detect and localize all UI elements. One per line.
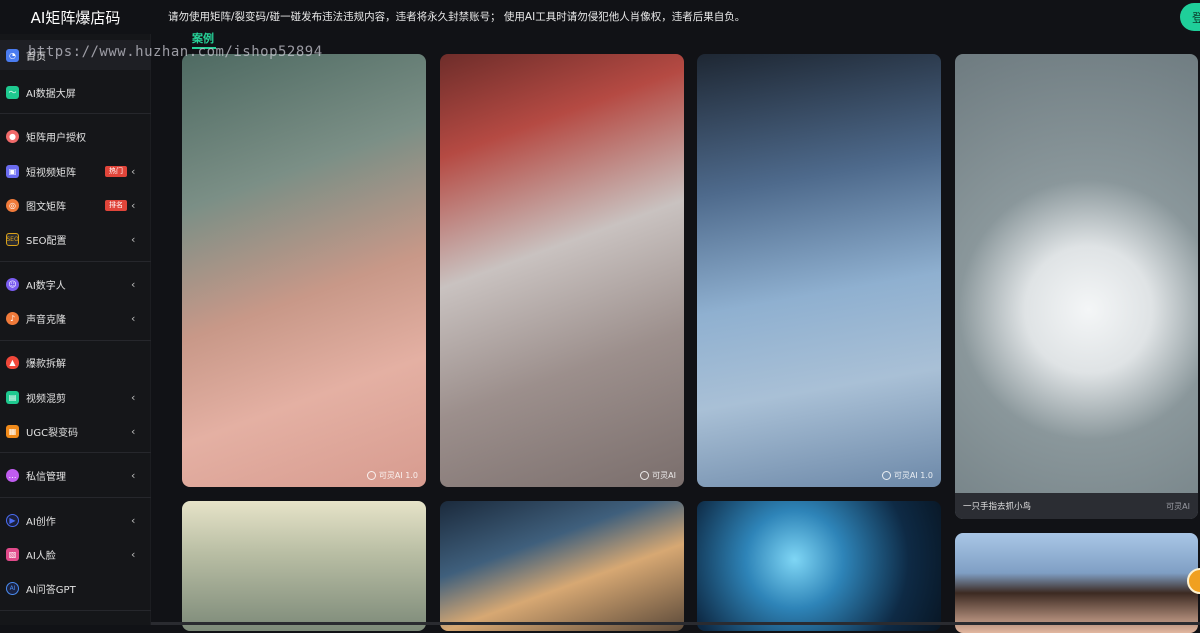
image-text-icon: ◎ (6, 198, 19, 212)
sidebar-item-label: 首页 (26, 51, 46, 63)
gallery-card-portrait-girl[interactable] (955, 533, 1198, 633)
login-button[interactable]: 登 (1180, 3, 1200, 31)
badge-text: 可灵AI 1.0 (893, 471, 933, 480)
sidebar-item-label: 视频混剪 (26, 393, 66, 405)
gpt-icon: AI (6, 581, 19, 595)
sidebar-item-image-text[interactable]: ◎ 图文矩阵 排名 ‹ (0, 190, 151, 220)
sidebar-item-ugc-code[interactable]: ▦ UGC裂变码 ‹ (0, 416, 151, 446)
divider (0, 497, 151, 498)
top-bar: AI矩阵爆店码 请勿使用矩阵/裂变码/碰一碰发布违法违规内容，违者将永久封禁账号… (0, 0, 1200, 34)
gallery-card-blue-flower-girl[interactable] (697, 501, 941, 631)
divider (0, 610, 151, 611)
sidebar-item-label: AI问答GPT (26, 584, 76, 596)
sidebar-item-ai-gpt[interactable]: AI AI问答GPT (0, 573, 151, 603)
chevron-left-icon: ‹ (131, 164, 136, 178)
sidebar-item-label: AI数字人 (26, 280, 66, 292)
sidebar-item-label: AI数据大屏 (26, 88, 76, 100)
badge-text: 可灵AI (652, 471, 676, 480)
seo-icon: SEO (6, 232, 19, 246)
qrcode-icon: ▦ (6, 424, 19, 438)
sidebar-item-digital-human[interactable]: ☺ AI数字人 ‹ (0, 269, 151, 299)
gallery-card-snow-girl[interactable]: 可灵AI (440, 54, 684, 487)
chevron-left-icon: ‹ (131, 232, 136, 246)
sidebar-item-label: 声音克隆 (26, 314, 66, 326)
user-key-icon: ● (6, 129, 19, 143)
video-icon: ▣ (6, 164, 19, 178)
chevron-left-icon: ‹ (131, 513, 136, 527)
badge-text: 可灵AI 1.0 (378, 471, 418, 480)
sidebar-item-home[interactable]: ◔ 首页 (0, 40, 151, 70)
sidebar-item-ai-create[interactable]: ▶ AI创作 ‹ (0, 505, 151, 535)
tab-underline (192, 47, 216, 49)
face-icon: ▧ (6, 547, 19, 561)
chevron-left-icon: ‹ (131, 311, 136, 325)
model-badge: 可灵AI 1.0 (881, 470, 933, 481)
sidebar-item-data-screen[interactable]: 〜 AI数据大屏 (0, 77, 151, 107)
chevron-left-icon: ‹ (131, 468, 136, 482)
model-badge: 可灵AI (640, 470, 676, 481)
chevron-left-icon: ‹ (131, 547, 136, 561)
gallery-card-misty-landscape[interactable] (182, 501, 426, 631)
card-caption: 一只手指去抓小鸟 可灵AI (955, 493, 1198, 519)
divider (0, 113, 151, 114)
model-badge: 可灵AI 1.0 (366, 470, 418, 481)
logo-icon (366, 471, 376, 480)
logo-icon (881, 471, 891, 480)
hot-badge: 热门 (105, 165, 127, 177)
notice-text: 请勿使用矩阵/裂变码/碰一碰发布违法违规内容，违者将永久封禁账号； 使用AI工具… (168, 11, 746, 23)
chart-icon: 〜 (6, 85, 19, 99)
divider (0, 340, 151, 341)
home-icon: ◔ (6, 48, 19, 62)
tab-cases[interactable]: 案例 (192, 30, 214, 46)
sidebar-item-messages[interactable]: … 私信管理 ‹ (0, 460, 151, 490)
digital-human-icon: ☺ (6, 277, 19, 291)
sidebar-item-label: UGC裂变码 (26, 427, 79, 439)
divider (0, 261, 151, 262)
caption-text: 一只手指去抓小鸟 (963, 502, 1032, 512)
sidebar-item-label: 爆款拆解 (26, 358, 66, 370)
app-title[interactable]: AI矩阵爆店码 (0, 0, 151, 34)
sidebar-item-short-video[interactable]: ▣ 短视频矩阵 热门 ‹ (0, 156, 151, 186)
message-icon: … (6, 468, 19, 482)
gallery-card-lotus-girl[interactable]: 可灵AI 1.0 (182, 54, 426, 487)
sidebar-item-video-mix[interactable]: ▤ 视频混剪 ‹ (0, 382, 151, 412)
sidebar-item-label: 图文矩阵 (26, 201, 66, 213)
chevron-left-icon: ‹ (131, 198, 136, 212)
sidebar-item-label: 短视频矩阵 (26, 167, 76, 179)
fire-icon: ▲ (6, 355, 19, 369)
voice-icon: ♪ (6, 311, 19, 325)
sidebar-item-label: AI人脸 (26, 550, 56, 562)
gallery-card-dragon-girl[interactable]: 可灵AI 1.0 (697, 54, 941, 487)
logo-icon (640, 471, 650, 480)
caption-badge: 可灵AI (1166, 501, 1190, 511)
rank-badge: 排名 (105, 199, 127, 211)
sidebar-item-user-auth[interactable]: ● 矩阵用户授权 (0, 121, 151, 151)
sidebar-item-viral-breakdown[interactable]: ▲ 爆款拆解 (0, 347, 151, 377)
sidebar-item-seo[interactable]: SEO SEO配置 ‹ (0, 224, 151, 254)
sidebar-item-label: 私信管理 (26, 471, 66, 483)
chevron-left-icon: ‹ (131, 390, 136, 404)
gallery-card-glow-girl[interactable] (440, 501, 684, 631)
sidebar-item-ai-face[interactable]: ▧ AI人脸 ‹ (0, 539, 151, 569)
sidebar-item-label: AI创作 (26, 516, 56, 528)
divider (0, 452, 151, 453)
film-icon: ▤ (6, 390, 19, 404)
play-icon: ▶ (6, 513, 19, 527)
sidebar-item-label: SEO配置 (26, 235, 67, 247)
chevron-left-icon: ‹ (131, 424, 136, 438)
chevron-left-icon: ‹ (131, 277, 136, 291)
sidebar-item-voice-clone[interactable]: ♪ 声音克隆 ‹ (0, 303, 151, 333)
sidebar-item-label: 矩阵用户授权 (26, 132, 86, 144)
sidebar: ◔ 首页 〜 AI数据大屏 ● 矩阵用户授权 ▣ 短视频矩阵 热门 ‹ ◎ 图文… (0, 34, 151, 625)
gallery-card-white-bird[interactable]: 一只手指去抓小鸟 可灵AI (955, 54, 1198, 519)
